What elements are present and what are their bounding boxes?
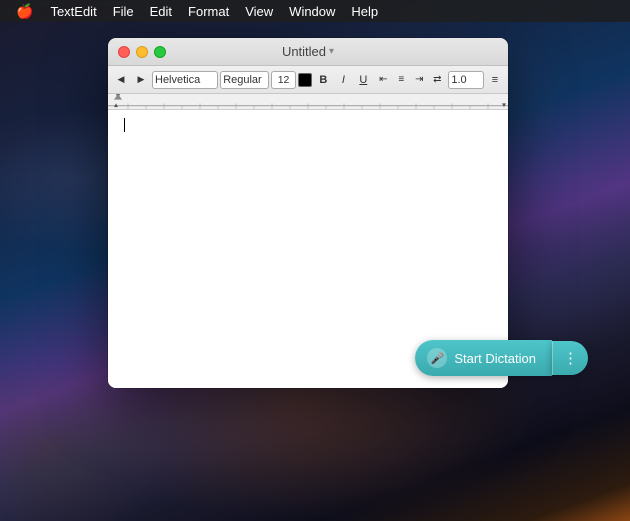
dictation-bar: 🎤 Start Dictation ⋮ bbox=[415, 340, 588, 376]
align-center-button[interactable]: ≡ bbox=[392, 71, 410, 89]
align-justify-button[interactable]: ⇄ bbox=[428, 71, 446, 89]
menubar-help[interactable]: Help bbox=[344, 2, 385, 21]
dictation-more-button[interactable]: ⋮ bbox=[552, 341, 588, 375]
menubar-edit[interactable]: Edit bbox=[143, 2, 179, 21]
style-next-button[interactable]: ▶ bbox=[132, 71, 150, 89]
font-family-select[interactable]: Helvetica bbox=[152, 71, 218, 89]
desktop: 🍎 TextEdit File Edit Format View Window … bbox=[0, 0, 630, 521]
menubar-format[interactable]: Format bbox=[181, 2, 236, 21]
close-button[interactable] bbox=[118, 46, 130, 58]
apple-menu[interactable]: 🍎 bbox=[8, 3, 41, 20]
italic-button[interactable]: I bbox=[334, 71, 352, 89]
font-size-select[interactable]: 12 bbox=[271, 71, 296, 89]
toolbar: ◀ ▶ Helvetica Regular 12 B I U ⇤ bbox=[108, 66, 508, 94]
list-button[interactable]: ≡ bbox=[486, 71, 504, 89]
traffic-lights bbox=[118, 46, 166, 58]
menubar-file[interactable]: File bbox=[106, 2, 141, 21]
textedit-window: Untitled ▾ ◀ ▶ Helvetica Regular 12 bbox=[108, 38, 508, 388]
style-prev-button[interactable]: ◀ bbox=[112, 71, 130, 89]
menubar: 🍎 TextEdit File Edit Format View Window … bbox=[0, 0, 630, 22]
microphone-icon: 🎤 bbox=[427, 348, 447, 368]
ruler bbox=[108, 94, 508, 110]
bold-button[interactable]: B bbox=[314, 71, 332, 89]
menubar-textedit[interactable]: TextEdit bbox=[43, 2, 103, 21]
color-swatch[interactable] bbox=[298, 73, 312, 87]
window-title: Untitled ▾ bbox=[282, 44, 334, 59]
menubar-view[interactable]: View bbox=[238, 2, 280, 21]
titlebar: Untitled ▾ bbox=[108, 38, 508, 66]
menubar-window[interactable]: Window bbox=[282, 2, 342, 21]
title-chevron[interactable]: ▾ bbox=[329, 46, 334, 57]
minimize-button[interactable] bbox=[136, 46, 148, 58]
window-title-text: Untitled bbox=[282, 44, 326, 59]
more-icon: ⋮ bbox=[563, 349, 578, 367]
align-group: ⇤ ≡ ⇥ ⇄ bbox=[374, 71, 446, 89]
line-spacing-select[interactable]: 1.0 bbox=[448, 71, 484, 89]
align-right-button[interactable]: ⇥ bbox=[410, 71, 428, 89]
start-dictation-button[interactable]: 🎤 Start Dictation bbox=[415, 340, 552, 376]
font-style-select[interactable]: Regular bbox=[220, 71, 269, 89]
dictation-label: Start Dictation bbox=[454, 351, 536, 366]
zoom-button[interactable] bbox=[154, 46, 166, 58]
align-left-button[interactable]: ⇤ bbox=[374, 71, 392, 89]
text-cursor bbox=[124, 118, 125, 132]
underline-button[interactable]: U bbox=[354, 71, 372, 89]
